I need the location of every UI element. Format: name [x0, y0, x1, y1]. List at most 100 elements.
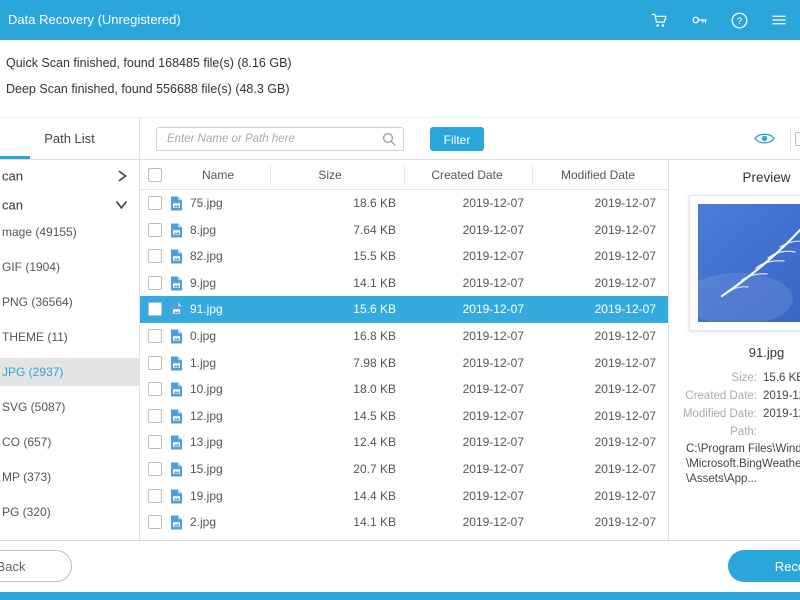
row-checkbox[interactable]: [148, 302, 162, 317]
row-checkbox[interactable]: [148, 249, 162, 264]
image-file-icon: [171, 249, 182, 264]
row-checkbox[interactable]: [148, 382, 162, 397]
column-header-modified[interactable]: Modified Date: [548, 160, 648, 190]
tree-group-label: can: [2, 197, 23, 213]
row-checkbox[interactable]: [148, 461, 162, 476]
file-created-date: 2019-12-07: [462, 488, 524, 503]
row-checkbox[interactable]: [148, 275, 162, 290]
header-separator: [404, 166, 405, 184]
preview-toggle-eye-icon[interactable]: [754, 131, 775, 146]
back-button[interactable]: Back: [0, 550, 72, 582]
file-name: 9.jpg: [190, 275, 217, 290]
column-header-size[interactable]: Size: [290, 160, 370, 190]
toolbar-divider: [790, 128, 791, 150]
menu-icon[interactable]: [770, 11, 788, 29]
sidebar-item[interactable]: THEME (11): [0, 323, 139, 351]
titlebar-icons: ?: [650, 0, 788, 40]
recover-button[interactable]: Recover: [728, 550, 800, 582]
tree-group-label: can: [2, 168, 23, 184]
image-file-icon: [171, 276, 182, 291]
file-size: 14.4 KB: [353, 488, 396, 503]
table-row[interactable]: 75.jpg 18.6 KB 2019-12-07 2019-12-07: [140, 190, 668, 217]
select-all-checkbox[interactable]: [148, 168, 162, 182]
tree-group-expanded[interactable]: can: [0, 192, 139, 218]
file-created-date: 2019-12-07: [462, 435, 524, 450]
bottom-accent-bar: [0, 592, 800, 600]
cart-icon[interactable]: [650, 11, 669, 29]
row-checkbox[interactable]: [148, 488, 162, 503]
table-row[interactable]: 19.jpg 14.4 KB 2019-12-07 2019-12-07: [140, 483, 668, 510]
file-created-date: 2019-12-07: [462, 275, 524, 290]
file-name: 10.jpg: [190, 382, 223, 397]
view-toggle-icon[interactable]: [795, 132, 800, 146]
sidebar-item[interactable]: CO (657): [0, 428, 139, 456]
row-checkbox[interactable]: [148, 196, 162, 210]
chevron-right-icon: [118, 170, 127, 182]
table-row[interactable]: 2.jpg 14.1 KB 2019-12-07 2019-12-07: [140, 509, 668, 536]
table-row[interactable]: 8.jpg 7.64 KB 2019-12-07 2019-12-07: [140, 217, 668, 244]
sidebar-item[interactable]: PNG (36564): [0, 288, 139, 316]
key-icon[interactable]: [690, 11, 709, 29]
row-checkbox[interactable]: [148, 355, 162, 370]
table-row[interactable]: 9.jpg 14.1 KB 2019-12-07 2019-12-07: [140, 270, 668, 297]
file-name: 91.jpg: [190, 302, 223, 317]
preview-image-card: [688, 195, 800, 331]
file-name: 1.jpg: [190, 355, 217, 370]
row-checkbox[interactable]: [148, 435, 162, 450]
sidebar-item-label: CO (657): [2, 435, 52, 449]
sidebar-item-label: JPG (2937): [2, 365, 64, 379]
tab-path-list[interactable]: Path List: [0, 118, 140, 159]
row-checkbox[interactable]: [148, 222, 162, 237]
file-modified-date: 2019-12-07: [594, 275, 656, 290]
image-file-icon: [171, 489, 182, 504]
sidebar-item-label: MP (373): [2, 470, 52, 484]
table-row[interactable]: 15.jpg 20.7 KB 2019-12-07 2019-12-07: [140, 456, 668, 483]
table-row[interactable]: 0.jpg 16.8 KB 2019-12-07 2019-12-07: [140, 323, 668, 350]
sidebar-item[interactable]: PG (320): [0, 498, 139, 526]
column-header-created[interactable]: Created Date: [417, 160, 517, 190]
table-row[interactable]: 13.jpg 12.4 KB 2019-12-07 2019-12-07: [140, 429, 668, 456]
row-checkbox[interactable]: [148, 515, 162, 530]
table-row[interactable]: 82.jpg 15.5 KB 2019-12-07 2019-12-07: [140, 243, 668, 270]
sidebar-item[interactable]: JPG (2937): [0, 358, 139, 386]
search-input[interactable]: [156, 127, 404, 151]
table-row[interactable]: 1.jpg 7.98 KB 2019-12-07 2019-12-07: [140, 350, 668, 377]
image-file-icon: [171, 223, 182, 238]
filter-button[interactable]: Filter: [430, 127, 484, 151]
preview-title: Preview: [742, 170, 791, 185]
table-row[interactable]: 12.jpg 14.5 KB 2019-12-07 2019-12-07: [140, 403, 668, 430]
table-row[interactable]: 10.jpg 18.0 KB 2019-12-07 2019-12-07: [140, 376, 668, 403]
image-file-icon: [171, 356, 182, 371]
sidebar-item-label: mage (49155): [2, 225, 77, 239]
file-created-date: 2019-12-07: [462, 382, 524, 397]
quick-scan-status: Quick Scan finished, found 168485 file(s…: [6, 56, 292, 70]
sidebar-item[interactable]: SVG (5087): [0, 393, 139, 421]
file-name: 8.jpg: [190, 222, 217, 237]
preview-path-line: \Microsoft.BingWeathe: [686, 458, 800, 470]
tree-group-collapsed[interactable]: can: [0, 160, 139, 192]
row-checkbox[interactable]: [148, 328, 162, 343]
file-size: 18.6 KB: [353, 196, 396, 210]
sidebar-item[interactable]: mage (49155): [0, 218, 139, 246]
file-modified-date: 2019-12-07: [594, 488, 656, 503]
file-created-date: 2019-12-07: [462, 461, 524, 476]
file-name: 0.jpg: [190, 328, 217, 343]
help-icon[interactable]: ?: [730, 11, 749, 30]
row-checkbox[interactable]: [148, 408, 162, 423]
column-header-name[interactable]: Name: [178, 160, 258, 190]
sidebar-item[interactable]: GIF (1904): [0, 253, 139, 281]
file-name: 12.jpg: [190, 408, 223, 423]
file-modified-date: 2019-12-07: [594, 355, 656, 370]
table-row[interactable]: 91.jpg 15.6 KB 2019-12-07 2019-12-07: [140, 296, 668, 323]
preview-path-line: \Assets\App...: [686, 473, 757, 485]
file-size: 14.5 KB: [353, 408, 396, 423]
file-name: 13.jpg: [190, 435, 223, 450]
file-created-date: 2019-12-07: [462, 408, 524, 423]
file-size: 12.4 KB: [353, 435, 396, 450]
preview-field: Path:: [669, 423, 800, 441]
preview-field-label: Path:: [730, 426, 757, 438]
file-table: Name Size Created Date Modified Date 75.…: [140, 160, 668, 540]
image-file-icon: [171, 302, 182, 317]
sidebar-item[interactable]: MP (373): [0, 463, 139, 491]
chevron-down-icon: [116, 201, 127, 209]
